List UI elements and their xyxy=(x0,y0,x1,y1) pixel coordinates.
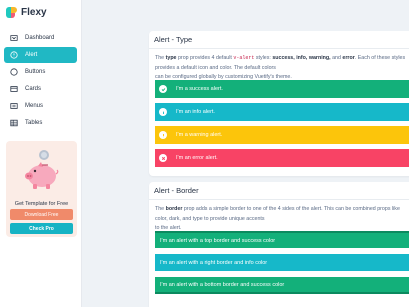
circle-icon xyxy=(9,68,18,77)
info-circle-icon xyxy=(9,51,18,60)
sidebar-item-label: Tables xyxy=(25,120,43,126)
promo-card: Get Template for Free Download Free Chec… xyxy=(6,141,77,237)
card-description: The border prop adds a simple border to … xyxy=(155,206,400,231)
sidebar-item-label: Menus xyxy=(25,103,44,109)
alert-text: I'm a success alert. xyxy=(176,86,223,92)
success-alert: I'm a success alert. xyxy=(155,80,409,98)
bottom-border-alert: I'm an alert with a bottom border and su… xyxy=(155,277,409,294)
alert-text: I'm an error alert. xyxy=(176,155,218,161)
flexy-logo-icon xyxy=(6,6,17,18)
sidebar-item-label: Alert xyxy=(25,52,38,58)
promo-title: Get Template for Free xyxy=(14,201,69,207)
brand[interactable]: Flexy xyxy=(0,0,81,24)
check-pro-button[interactable]: Check Pro xyxy=(10,223,73,234)
menu-icon xyxy=(9,102,18,111)
alert-text: I'm a warning alert. xyxy=(176,132,223,138)
alert-text: I'm an info alert. xyxy=(176,109,215,115)
table-icon xyxy=(9,119,18,128)
sidebar-item-label: Buttons xyxy=(25,69,46,75)
sidebar-item-alert[interactable]: Alert xyxy=(4,47,77,63)
download-free-button[interactable]: Download Free xyxy=(10,209,73,220)
sidebar-item-label: Dashboard xyxy=(25,35,55,41)
brand-name: Flexy xyxy=(21,6,47,18)
alert-text: I'm an alert with a bottom border and su… xyxy=(160,281,285,288)
sidebar-item-label: Cards xyxy=(25,86,42,92)
piggy-bank-icon xyxy=(25,150,59,189)
sidebar-item-buttons[interactable]: Buttons xyxy=(4,64,77,80)
sidebar-item-cards[interactable]: Cards xyxy=(4,81,77,97)
card-title: Alert - Type xyxy=(149,31,409,49)
info-alert: I'm an info alert. xyxy=(155,103,409,121)
card-icon xyxy=(9,85,18,94)
error-alert: I'm an error alert. xyxy=(155,149,409,167)
sidebar-item-tables[interactable]: Tables xyxy=(4,115,77,131)
sidebar-nav: Dashboard Alert Buttons Cards Menus Tabl… xyxy=(0,24,81,131)
right-border-alert: I'm an alert with a right border and inf… xyxy=(155,254,409,271)
dashboard-icon xyxy=(9,34,18,43)
warning-icon xyxy=(159,131,167,139)
alert-text: I'm an alert with a right border and inf… xyxy=(160,259,268,266)
top-border-alert: I'm an alert with a top border and succe… xyxy=(155,231,409,248)
alert-text: I'm an alert with a top border and succe… xyxy=(160,237,276,244)
close-circle-icon xyxy=(159,154,167,162)
info-circle-icon xyxy=(159,108,167,116)
card-description: The type prop provides 4 default v-alert… xyxy=(155,55,406,80)
warning-alert: I'm a warning alert. xyxy=(155,126,409,144)
sidebar: Flexy Dashboard Alert Buttons Cards Menu… xyxy=(0,0,82,307)
alert-border-card: Alert - Border The border prop adds a si… xyxy=(149,182,409,307)
sidebar-item-dashboard[interactable]: Dashboard xyxy=(4,30,77,46)
border-alert-list: I'm an alert with a top border and succe… xyxy=(149,231,409,294)
alert-type-card: Alert - Type The type prop provides 4 de… xyxy=(149,31,409,176)
alert-list: I'm a success alert. I'm an info alert. … xyxy=(149,80,409,167)
check-circle-icon xyxy=(159,85,167,93)
card-title: Alert - Border xyxy=(149,182,409,200)
sidebar-item-menus[interactable]: Menus xyxy=(4,98,77,114)
